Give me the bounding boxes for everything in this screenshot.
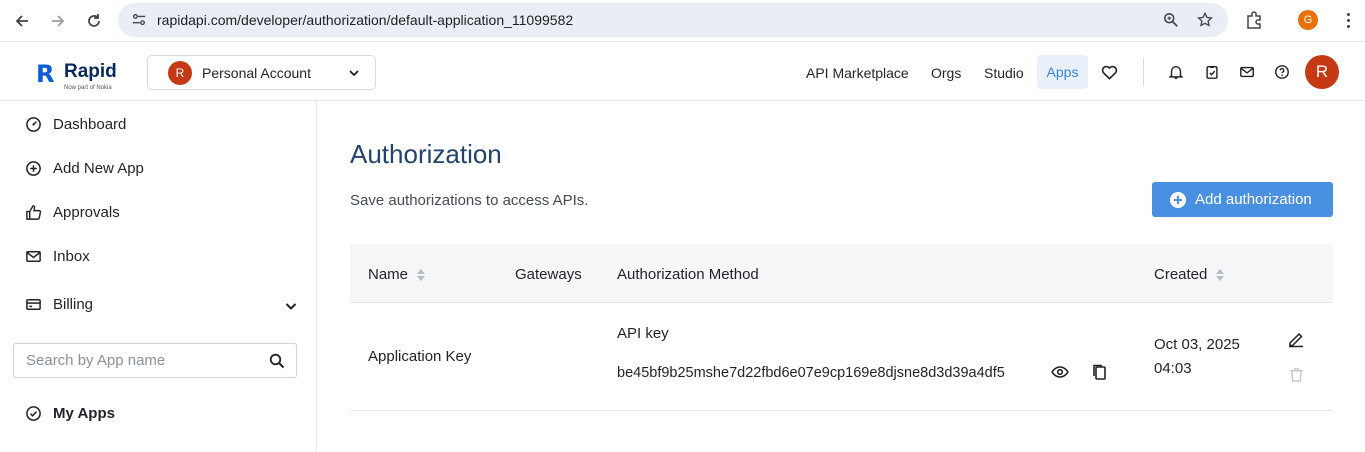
table-header: Name Gateways Authorization Method Creat… <box>350 244 1333 303</box>
page-subtitle: Save authorizations to access APIs. <box>350 192 589 209</box>
dashboard-icon <box>24 115 42 133</box>
sidebar-item-dashboard[interactable]: Dashboard <box>24 112 126 136</box>
clipboard-check-icon[interactable] <box>1203 63 1221 81</box>
sidebar-item-label: Approvals <box>53 203 120 221</box>
api-key-value: be45bf9b25mshe7d22fbd6e07e9cp169e8djsne8… <box>617 365 1005 381</box>
sidebar-item-label: Dashboard <box>53 115 127 133</box>
forward-button[interactable] <box>46 9 70 33</box>
site-info-icon[interactable] <box>130 11 148 29</box>
forward-arrow-icon <box>52 15 65 27</box>
reload-button[interactable] <box>82 9 106 33</box>
created-time: 04:03 <box>1154 360 1192 377</box>
billing-chevron-down-icon[interactable] <box>284 299 298 313</box>
add-authorization-label: Add authorization <box>1195 191 1312 208</box>
url-text: rapidapi.com/developer/authorization/def… <box>157 12 574 28</box>
address-bar[interactable]: rapidapi.com/developer/authorization/def… <box>118 3 1228 37</box>
sort-icon[interactable] <box>416 268 426 282</box>
chevron-down-icon <box>349 70 359 77</box>
column-header-label: Name <box>368 266 409 283</box>
favorites-heart-icon[interactable] <box>1100 63 1118 81</box>
account-name: Personal Account <box>202 65 311 81</box>
column-header-name[interactable]: Name <box>368 266 426 283</box>
show-key-eye-icon[interactable] <box>1051 363 1069 381</box>
app-search-input[interactable] <box>26 352 256 369</box>
sidebar-item-add-new-app[interactable]: Add New App <box>24 156 144 180</box>
sidebar-item-label: Add New App <box>53 159 144 177</box>
delete-trash-icon[interactable] <box>1287 365 1305 383</box>
thumbs-up-icon <box>24 203 42 221</box>
sidebar-item-my-apps[interactable]: My Apps <box>24 401 115 425</box>
add-authorization-button[interactable]: Add authorization <box>1152 182 1333 217</box>
sidebar-item-inbox[interactable]: Inbox <box>24 244 90 268</box>
app-header: R Rapid Now part of Nokia R Personal Acc… <box>0 43 1365 101</box>
browser-toolbar: rapidapi.com/developer/authorization/def… <box>0 0 1365 42</box>
sidebar-item-label: Inbox <box>53 247 90 265</box>
table-row: Application Key API key be45bf9b25mshe7d… <box>350 304 1333 411</box>
search-icon[interactable] <box>269 353 285 369</box>
copy-key-icon[interactable] <box>1091 363 1109 381</box>
plus-circle-icon <box>1170 191 1186 208</box>
plus-circle-icon <box>24 159 42 177</box>
column-header-gateways: Gateways <box>515 266 582 283</box>
column-header-created[interactable]: Created <box>1154 266 1225 283</box>
bookmark-star-icon[interactable] <box>1196 11 1214 29</box>
nav-apps[interactable]: Apps <box>1037 55 1088 89</box>
extensions-icon[interactable] <box>1243 9 1265 31</box>
created-date: Oct 03, 2025 <box>1154 336 1240 353</box>
mail-icon <box>24 247 42 265</box>
sidebar-item-approvals[interactable]: Approvals <box>24 200 120 224</box>
main-content: Authorization Save authorizations to acc… <box>318 101 1365 452</box>
page-title: Authorization <box>350 139 502 169</box>
reload-icon <box>88 14 100 27</box>
rapid-logo-subtext: Now part of Nokia <box>64 85 112 91</box>
back-button[interactable] <box>10 9 34 33</box>
column-header-authorization-method: Authorization Method <box>617 266 759 283</box>
nav-orgs[interactable]: Orgs <box>931 65 961 81</box>
sidebar-item-billing[interactable]: Billing <box>24 292 93 316</box>
sidebar: Dashboard Add New App Approvals Inbox Bi… <box>0 101 317 452</box>
browser-menu-icon[interactable] <box>1340 10 1356 30</box>
header-divider <box>1143 58 1144 86</box>
column-header-label: Created <box>1154 266 1208 283</box>
credit-card-icon <box>24 295 42 313</box>
column-header-label: Authorization Method <box>617 266 759 283</box>
user-avatar[interactable]: R <box>1305 55 1339 89</box>
rapid-logo-text: Rapid <box>64 61 117 82</box>
sidebar-item-label: Billing <box>53 295 94 313</box>
check-circle-icon <box>24 404 42 422</box>
authorization-method-label: API key <box>617 325 669 342</box>
notifications-bell-icon[interactable] <box>1167 63 1185 81</box>
zoom-icon[interactable] <box>1162 11 1180 29</box>
sort-icon[interactable] <box>1215 268 1225 282</box>
nav-api-marketplace[interactable]: API Marketplace <box>806 65 909 81</box>
back-arrow-icon <box>15 15 28 27</box>
sidebar-item-label: My Apps <box>53 404 115 422</box>
app-search-box <box>13 343 297 378</box>
help-icon[interactable] <box>1273 63 1291 81</box>
account-switcher[interactable]: R Personal Account <box>147 55 376 90</box>
browser-profile-avatar[interactable]: G <box>1298 10 1318 30</box>
rapid-logo-mark: R <box>36 60 55 88</box>
messages-mail-icon[interactable] <box>1238 63 1256 81</box>
edit-pencil-icon[interactable] <box>1287 330 1305 348</box>
authorization-name: Application Key <box>368 348 472 365</box>
nav-studio[interactable]: Studio <box>984 65 1024 81</box>
column-header-label: Gateways <box>515 266 582 283</box>
account-avatar: R <box>168 61 192 85</box>
rapid-logo[interactable]: R Rapid Now part of Nokia <box>36 58 136 94</box>
